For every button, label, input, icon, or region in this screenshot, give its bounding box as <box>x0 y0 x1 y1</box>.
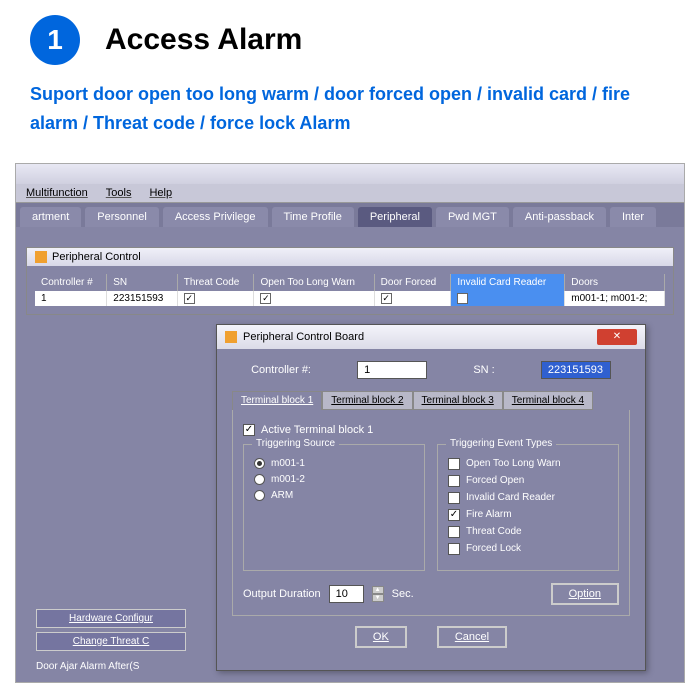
peripheral-control-window: Peripheral Control Controller # SN Threa… <box>26 247 674 315</box>
app-window: Multifunction Tools Help artment Personn… <box>15 163 685 683</box>
tab-time-profile[interactable]: Time Profile <box>272 207 354 227</box>
chk-threat-code[interactable] <box>448 526 460 538</box>
cell-invalid: ✓ <box>451 291 565 306</box>
chk-forced-lock[interactable] <box>448 543 460 555</box>
tab-terminal-4[interactable]: Terminal block 4 <box>503 391 593 410</box>
chk-invalid-card[interactable] <box>448 492 460 504</box>
controller-label: Controller #: <box>251 364 311 376</box>
radio-m001-1-label: m001-1 <box>271 458 305 469</box>
col-sn[interactable]: SN <box>107 274 178 291</box>
active-terminal-label: Active Terminal block 1 <box>261 424 373 436</box>
triggering-event-label: Triggering Event Types <box>446 438 556 449</box>
duration-spinner: ▲ ▼ <box>372 586 384 602</box>
cell-threat: ✓ <box>177 291 254 306</box>
change-threat-button[interactable]: Change Threat C <box>36 632 186 651</box>
col-door-forced[interactable]: Door Forced <box>374 274 451 291</box>
hardware-config-button[interactable]: Hardware Configur <box>36 609 186 628</box>
col-doors[interactable]: Doors <box>565 274 665 291</box>
menu-multifunction[interactable]: Multifunction <box>26 187 88 199</box>
menu-help[interactable]: Help <box>149 187 172 199</box>
page-subtitle: Suport door open too long warm / door fo… <box>0 80 700 153</box>
sn-label: SN : <box>473 364 494 376</box>
bottom-button-group: Hardware Configur Change Threat C Door A… <box>36 609 186 672</box>
dialog-title: Peripheral Control Board <box>243 331 364 343</box>
tab-terminal-1[interactable]: Terminal block 1 <box>232 391 322 410</box>
step-number: 1 <box>30 15 80 65</box>
triggering-source-label: Triggering Source <box>252 438 339 449</box>
triggering-source-group: Triggering Source m001-1 m001-2 ARM <box>243 444 425 571</box>
chk-forced-open[interactable] <box>448 475 460 487</box>
lbl-threat-code: Threat Code <box>466 526 522 537</box>
page-title: Access Alarm <box>105 23 302 57</box>
chk-open-too-long[interactable] <box>448 458 460 470</box>
terminal-tabs: Terminal block 1 Terminal block 2 Termin… <box>232 391 630 410</box>
col-open-long[interactable]: Open Too Long Warn <box>254 274 374 291</box>
col-invalid-card[interactable]: Invalid Card Reader <box>451 274 565 291</box>
radio-m001-2[interactable] <box>254 474 265 485</box>
tab-department[interactable]: artment <box>20 207 81 227</box>
col-controller[interactable]: Controller # <box>35 274 107 291</box>
door-ajar-label: Door Ajar Alarm After(S <box>36 661 186 672</box>
tab-terminal-3[interactable]: Terminal block 3 <box>413 391 503 410</box>
lbl-forced-open: Forced Open <box>466 475 524 486</box>
radio-arm[interactable] <box>254 490 265 501</box>
dialog-app-icon <box>225 331 237 343</box>
output-unit: Sec. <box>392 588 414 600</box>
lbl-fire-alarm: Fire Alarm <box>466 509 512 520</box>
radio-m001-2-label: m001-2 <box>271 474 305 485</box>
app-titlebar <box>16 164 684 184</box>
radio-arm-label: ARM <box>271 490 293 501</box>
table-row[interactable]: 1 223151593 ✓ ✓ ✓ ✓ m001-1; m001-2; <box>35 291 665 306</box>
tab-peripheral[interactable]: Peripheral <box>358 207 432 227</box>
app-icon <box>35 251 47 263</box>
tab-terminal-2[interactable]: Terminal block 2 <box>322 391 412 410</box>
lbl-open-too-long: Open Too Long Warn <box>466 458 561 469</box>
output-duration-input[interactable]: 10 <box>329 585 364 603</box>
window-titlebar: Peripheral Control <box>27 248 673 266</box>
cell-ctrl: 1 <box>35 291 107 306</box>
chk-fire-alarm[interactable]: ✓ <box>448 509 460 521</box>
tab-personnel[interactable]: Personnel <box>85 207 159 227</box>
radio-m001-1[interactable] <box>254 458 265 469</box>
dialog-titlebar[interactable]: Peripheral Control Board ✕ <box>217 325 645 349</box>
menu-tools[interactable]: Tools <box>106 187 132 199</box>
menubar: Multifunction Tools Help <box>16 184 684 203</box>
controller-table: Controller # SN Threat Code Open Too Lon… <box>35 274 665 306</box>
lbl-forced-lock: Forced Lock <box>466 543 521 554</box>
ok-button[interactable]: OK <box>355 626 407 648</box>
terminal-tab-content: ✓ Active Terminal block 1 Triggering Sou… <box>232 410 630 616</box>
col-threat[interactable]: Threat Code <box>177 274 254 291</box>
lbl-invalid-card: Invalid Card Reader <box>466 492 555 503</box>
main-tabs: artment Personnel Access Privilege Time … <box>16 203 684 227</box>
cancel-button[interactable]: Cancel <box>437 626 507 648</box>
option-button[interactable]: Option <box>551 583 619 605</box>
spin-up[interactable]: ▲ <box>372 586 384 594</box>
tab-access-privilege[interactable]: Access Privilege <box>163 207 268 227</box>
tab-inter[interactable]: Inter <box>610 207 656 227</box>
cell-open: ✓ <box>254 291 374 306</box>
output-duration-label: Output Duration <box>243 588 321 600</box>
active-terminal-checkbox[interactable]: ✓ <box>243 424 255 436</box>
cell-door: ✓ <box>374 291 451 306</box>
close-button[interactable]: ✕ <box>597 329 637 345</box>
controller-input[interactable]: 1 <box>357 361 427 379</box>
cell-doors: m001-1; m001-2; <box>565 291 665 306</box>
tab-pwd-mgt[interactable]: Pwd MGT <box>436 207 509 227</box>
spin-down[interactable]: ▼ <box>372 594 384 602</box>
triggering-event-group: Triggering Event Types Open Too Long War… <box>437 444 619 571</box>
cell-sn: 223151593 <box>107 291 178 306</box>
window-title-text: Peripheral Control <box>52 251 141 263</box>
table-header: Controller # SN Threat Code Open Too Lon… <box>35 274 665 291</box>
sn-input[interactable]: 223151593 <box>541 361 611 379</box>
tab-anti-passback[interactable]: Anti-passback <box>513 207 606 227</box>
peripheral-board-dialog: Peripheral Control Board ✕ Controller #:… <box>216 324 646 671</box>
